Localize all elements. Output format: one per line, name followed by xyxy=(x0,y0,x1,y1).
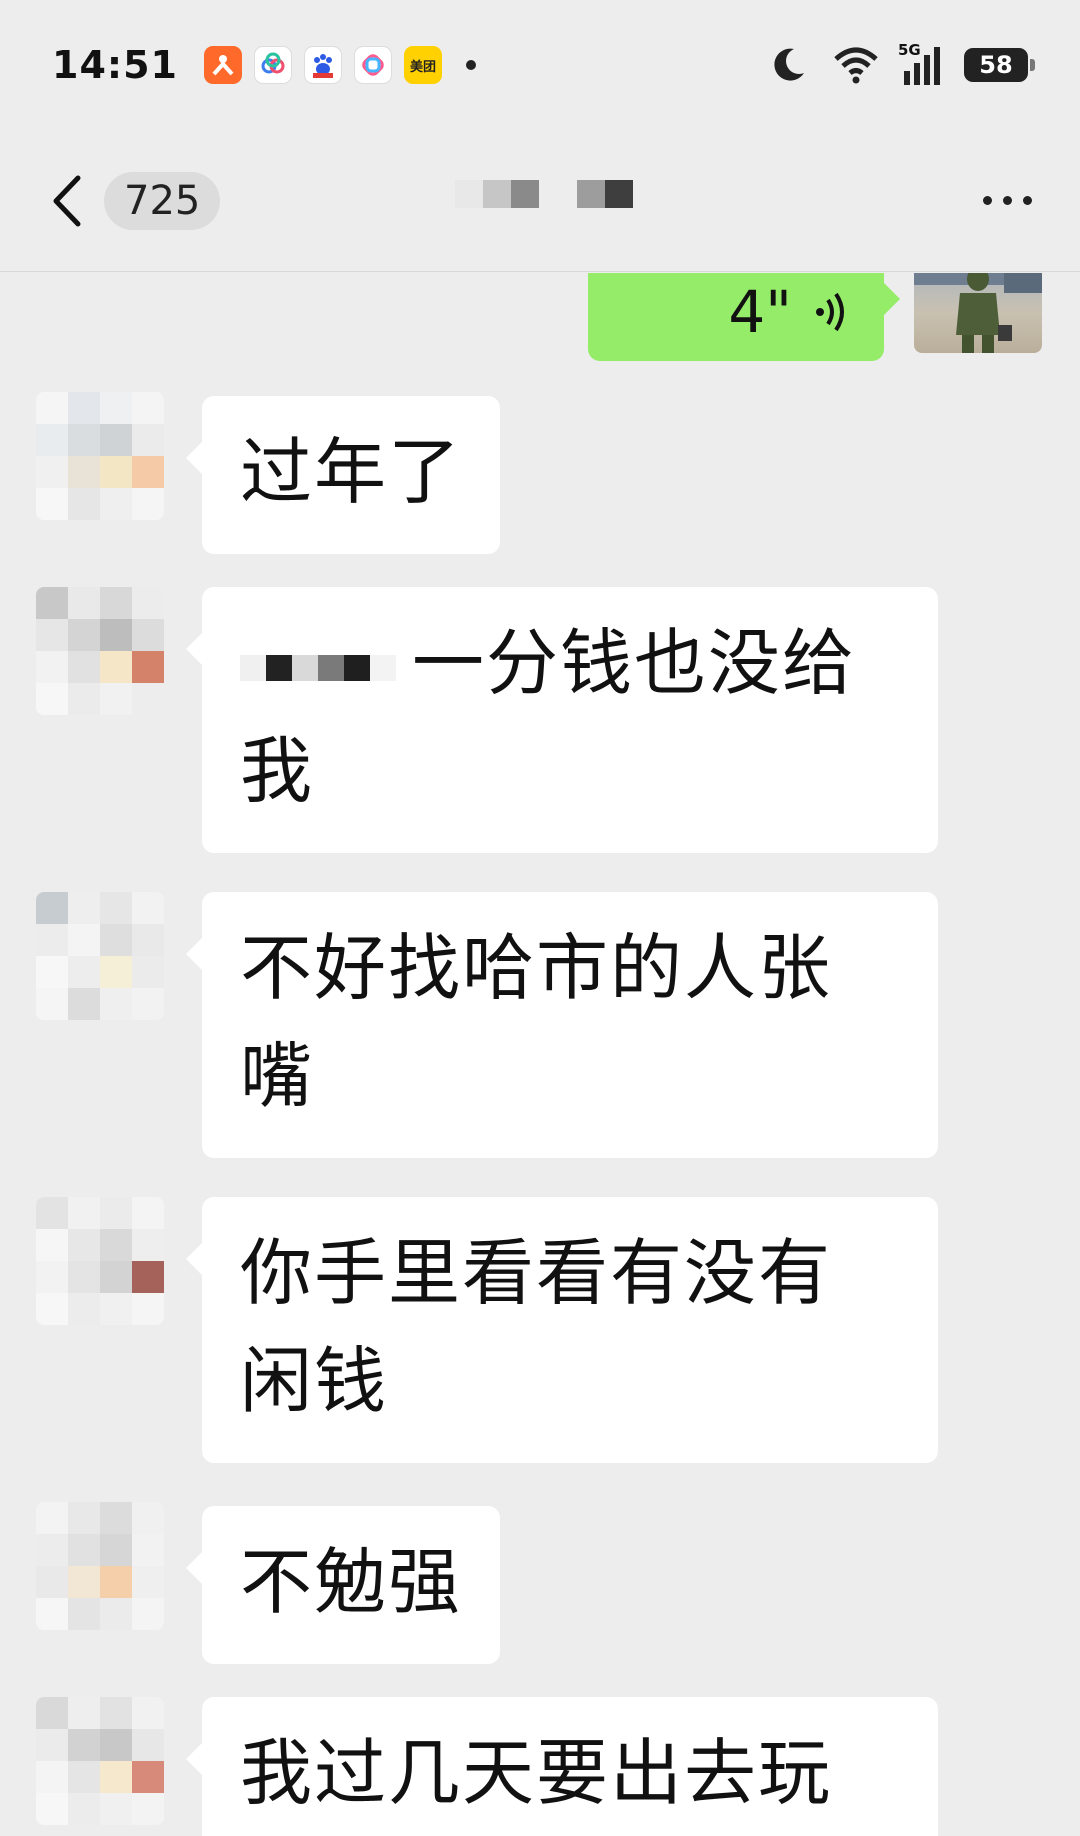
status-right: 5G 58 xyxy=(768,41,1035,85)
message-text: 我过几天要出去玩 xyxy=(240,1731,833,1815)
message-bubble[interactable]: 不勉强 xyxy=(185,1506,501,1664)
chat-header: 725 xyxy=(0,130,1080,272)
status-time: 14:51 xyxy=(52,43,178,87)
back-button[interactable]: 725 xyxy=(48,171,221,230)
do-not-disturb-moon-icon xyxy=(774,48,804,81)
message-text: 不勉强 xyxy=(240,1540,463,1624)
network-type-label: 5G xyxy=(898,41,921,59)
battery-level: 58 xyxy=(979,51,1013,79)
meituan-label: 美团 xyxy=(409,59,436,75)
redacted-name xyxy=(240,655,396,682)
message-text: 我 xyxy=(240,729,315,813)
meituan-icon: 美团 xyxy=(403,46,442,84)
contact-avatar[interactable] xyxy=(36,1502,164,1630)
voice-message-bubble[interactable]: 4" xyxy=(588,273,900,361)
wifi-icon xyxy=(834,47,878,84)
notification-icons: 美团 xyxy=(203,46,476,84)
message-text: 过年了 xyxy=(240,430,463,514)
battery-indicator: 58 xyxy=(964,48,1035,82)
message-text: 你手里看看有没有 xyxy=(240,1231,833,1315)
app-rings-icon xyxy=(253,46,292,84)
contact-avatar[interactable] xyxy=(36,1697,164,1825)
self-avatar[interactable] xyxy=(914,273,1042,353)
voice-duration: 4" xyxy=(728,278,792,346)
message-bubble[interactable]: 你手里看看有没有 闲钱 xyxy=(186,1197,938,1463)
status-bar: 14:51 美团 5G 58 xyxy=(0,0,1080,130)
more-options-icon[interactable] xyxy=(983,196,1032,205)
contact-avatar[interactable] xyxy=(36,892,164,1020)
contact-avatar[interactable] xyxy=(36,1197,164,1325)
message-bubble[interactable]: 一分钱也没给 我 xyxy=(186,587,938,853)
contact-avatar[interactable] xyxy=(36,392,164,520)
unread-count-badge: 725 xyxy=(104,171,221,230)
chevron-left-icon xyxy=(53,175,81,226)
message-text: 不好找哈市的人张 xyxy=(240,926,833,1010)
cellular-signal-icon: 5G xyxy=(898,41,940,85)
app-orange-icon xyxy=(203,46,242,84)
message-text: 嘴 xyxy=(240,1034,315,1118)
contact-avatar[interactable] xyxy=(36,587,164,715)
chat-title-redacted xyxy=(455,180,633,208)
message-bubble[interactable]: 我过几天要出去玩 xyxy=(186,1697,938,1836)
baidu-icon xyxy=(303,46,342,84)
message-text: 闲钱 xyxy=(240,1339,389,1423)
message-text-line: 一分钱也没给 xyxy=(240,609,900,717)
message-list[interactable]: 4" 过年了 一分钱也没给 我 不好找哈市的人张 嘴 你手里看看有没有 闲钱 不… xyxy=(0,273,1080,1836)
voice-wave-icon xyxy=(816,292,844,332)
more-notifications-dot xyxy=(465,60,476,70)
app-flower-icon xyxy=(353,46,392,84)
message-bubble[interactable]: 过年了 xyxy=(185,396,501,554)
message-bubble[interactable]: 不好找哈市的人张 嘴 xyxy=(186,892,938,1158)
message-text: 一分钱也没给 xyxy=(412,621,857,705)
